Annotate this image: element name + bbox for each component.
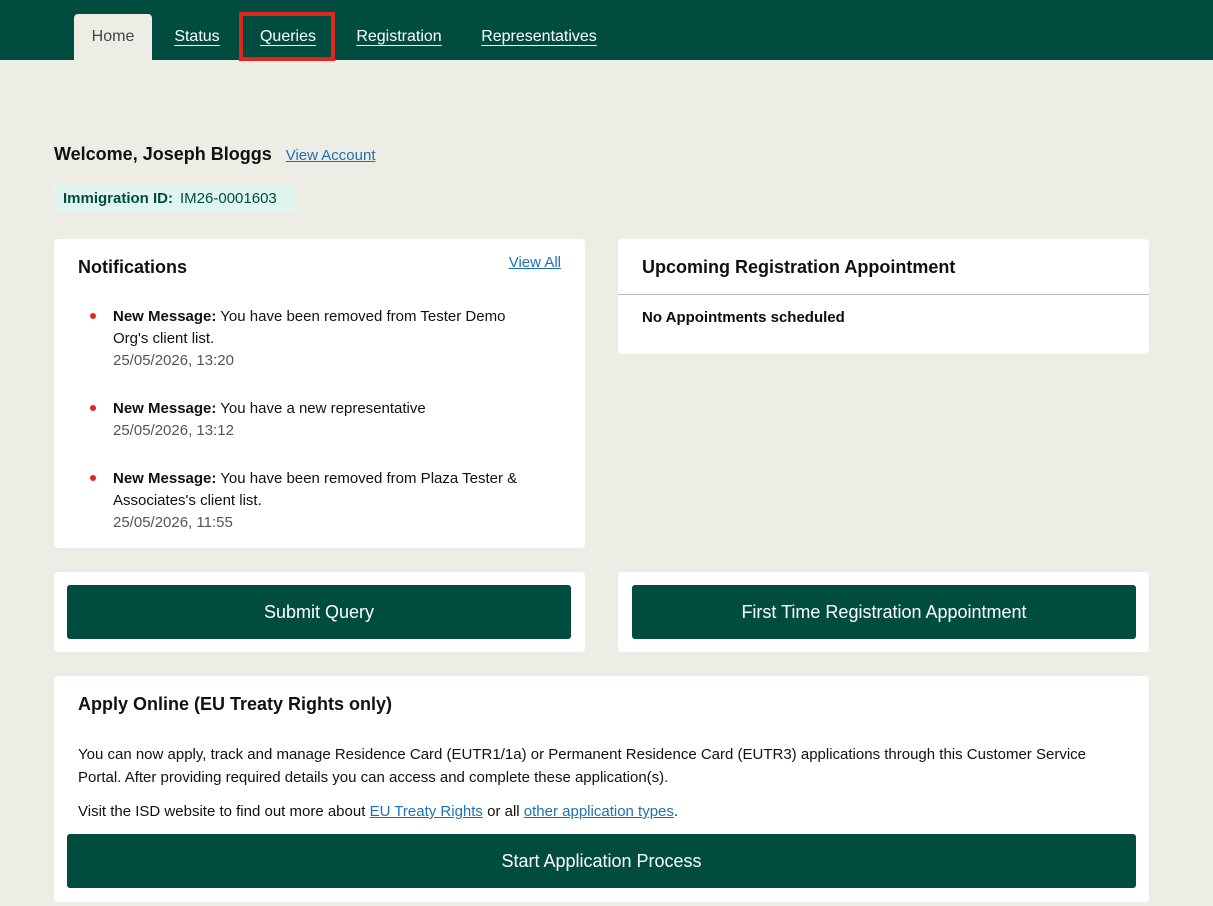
immigration-id-label: Immigration ID: xyxy=(63,190,174,207)
tab-representatives[interactable]: Representatives xyxy=(476,14,602,60)
unread-dot-icon xyxy=(90,475,96,481)
notification-prefix: New Message: xyxy=(113,400,217,417)
notification-prefix: New Message: xyxy=(113,470,217,487)
notifications-card: Notifications View All New Message: You … xyxy=(54,239,585,548)
notification-item[interactable]: New Message: You have been removed from … xyxy=(90,468,533,534)
notification-item[interactable]: New Message: You have been removed from … xyxy=(90,306,533,372)
submit-query-card: Submit Query xyxy=(54,572,585,652)
visit-suffix-text: . xyxy=(673,803,679,820)
notifications-title: Notifications xyxy=(78,257,188,277)
tab-queries[interactable]: Queries xyxy=(252,14,324,60)
eu-treaty-rights-link[interactable]: EU Treaty Rights xyxy=(370,803,483,820)
submit-query-button[interactable]: Submit Query xyxy=(67,585,571,639)
welcome-text: Welcome, Joseph Bloggs xyxy=(54,144,272,164)
welcome-row: Welcome, Joseph Bloggs View Account xyxy=(54,144,376,165)
visit-middle-text: or all xyxy=(487,803,520,820)
appointment-card: Upcoming Registration Appointment No App… xyxy=(618,239,1149,354)
divider xyxy=(618,294,1149,295)
apply-description: You can now apply, track and manage Resi… xyxy=(78,746,1086,786)
apply-online-title: Apply Online (EU Treaty Rights only) xyxy=(78,694,393,714)
top-nav-bar: Home Status Queries Registration Represe… xyxy=(0,0,1213,61)
notification-item[interactable]: New Message: You have a new representati… xyxy=(90,398,533,442)
view-account-link[interactable]: View Account xyxy=(286,147,376,164)
no-appointments-text: No Appointments scheduled xyxy=(642,309,845,326)
unread-dot-icon xyxy=(90,313,96,319)
apply-online-card: Apply Online (EU Treaty Rights only) You… xyxy=(54,676,1149,902)
registration-appointment-card: First Time Registration Appointment xyxy=(618,572,1149,652)
view-all-link[interactable]: View All xyxy=(509,254,561,271)
other-application-types-link[interactable]: other application types xyxy=(524,803,674,820)
immigration-id-value: IM26-0001603 xyxy=(180,190,277,207)
first-time-registration-button[interactable]: First Time Registration Appointment xyxy=(632,585,1136,639)
tab-registration[interactable]: Registration xyxy=(350,14,448,60)
start-application-button[interactable]: Start Application Process xyxy=(67,834,1136,888)
immigration-id-badge: Immigration ID: IM26-0001603 xyxy=(54,185,296,212)
unread-dot-icon xyxy=(90,405,96,411)
notification-date: 25/05/2026, 11:55 xyxy=(113,514,233,531)
appointment-title: Upcoming Registration Appointment xyxy=(642,257,956,277)
notification-date: 25/05/2026, 13:20 xyxy=(113,352,234,369)
notification-date: 25/05/2026, 13:12 xyxy=(113,422,234,439)
notification-prefix: New Message: xyxy=(113,308,217,325)
tab-status[interactable]: Status xyxy=(168,14,226,60)
visit-prefix-text: Visit the ISD website to find out more a… xyxy=(78,803,366,820)
apply-visit-line: Visit the ISD website to find out more a… xyxy=(78,800,1118,823)
tab-home[interactable]: Home xyxy=(74,14,152,60)
notification-text: You have a new representative xyxy=(220,400,426,417)
